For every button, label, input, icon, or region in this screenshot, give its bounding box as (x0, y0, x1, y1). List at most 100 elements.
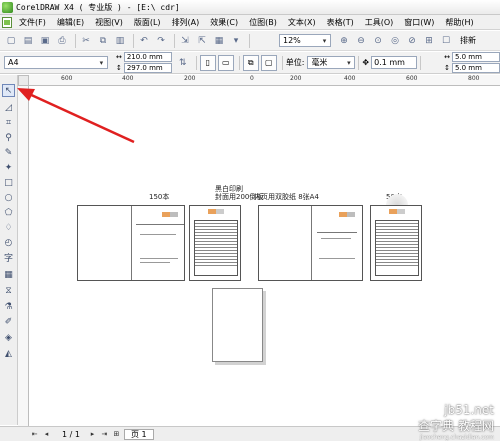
add-page-icon[interactable]: ⊞ (112, 430, 121, 439)
property-bar: A4 ▾ ↔ 210.0 mm ↕ 297.0 mm ⇅ ▯ ▭ ⧉ ▢ 单位:… (0, 52, 500, 74)
shape-tool-icon[interactable]: ◿ (2, 101, 15, 114)
cover-spread-1[interactable] (77, 205, 185, 281)
menu-tools[interactable]: 工具(O) (362, 17, 397, 28)
menu-edit[interactable]: 编辑(E) (54, 17, 87, 28)
text-tool-icon[interactable]: 字 (2, 251, 15, 264)
toolbar-separator (133, 33, 134, 48)
eyedropper-tool-icon[interactable]: ⚗ (2, 300, 15, 313)
ellipse-tool-icon[interactable]: ○ (2, 191, 15, 204)
toolbar-separator (174, 33, 175, 48)
next-page-icon[interactable]: ▸ (88, 430, 97, 439)
menu-file[interactable]: 文件(F) (16, 17, 49, 28)
print-icon[interactable]: ⎙ (55, 34, 69, 48)
application-launcher-icon[interactable]: ▾ (229, 34, 243, 48)
lock-ratio-icon[interactable]: ⇅ (176, 56, 190, 70)
paste-new-label[interactable]: 排新 (460, 35, 476, 46)
toolbar-separator (358, 55, 360, 70)
last-page-icon[interactable]: ⇥ (100, 430, 109, 439)
form-page-1[interactable] (189, 205, 241, 281)
form-table (194, 220, 238, 276)
page-tab-1[interactable]: 页 1 (123, 428, 154, 440)
menu-help[interactable]: 帮助(H) (442, 17, 476, 28)
cover-spread-2[interactable] (258, 205, 363, 281)
fill-tool-icon[interactable]: ◈ (2, 331, 15, 344)
basic-shapes-tool-icon[interactable]: ♢ (2, 221, 15, 234)
page-height-field[interactable]: 297.0 mm (123, 63, 172, 73)
zoom-selected-icon[interactable]: ⊙ (371, 34, 385, 48)
crop-tool-icon[interactable]: ⌗ (2, 116, 15, 129)
pick-tool-icon[interactable]: ↖ (2, 84, 15, 97)
options-icon[interactable]: ☐ (439, 34, 453, 48)
all-pages-button[interactable]: ⧉ (242, 54, 259, 71)
zoom-all-icon[interactable]: ◎ (388, 34, 402, 48)
zoom-in-icon[interactable]: ⊕ (337, 34, 351, 48)
page-dimensions: ↔ 210.0 mm ↕ 297.0 mm (116, 52, 172, 73)
interactive-blend-tool-icon[interactable]: ⧖ (2, 284, 15, 297)
zoom-tool-icon[interactable]: ⚲ (2, 131, 15, 144)
page-width-field[interactable]: 210.0 mm (123, 52, 172, 62)
toolbox: ↖ ◿ ⌗ ⚲ ✎ ✦ □ ○ ⬠ ♢ ◴ 字 ▦ ⧖ ⚗ ✐ ◈ ◭ (0, 75, 18, 425)
zoom-out-icon[interactable]: ⊖ (354, 34, 368, 48)
units-select[interactable]: 毫米 ▾ (307, 56, 356, 69)
ruler-tick-label: 400 (122, 75, 134, 82)
landscape-button[interactable]: ▭ (217, 54, 234, 71)
blank-a4-page[interactable] (212, 288, 263, 362)
menu-text[interactable]: 文本(X) (285, 17, 319, 28)
export-icon[interactable]: ⇱ (195, 34, 209, 48)
spine-line (311, 206, 312, 280)
undo-icon[interactable]: ↶ (137, 34, 151, 48)
spiral-tool-icon[interactable]: ◴ (2, 236, 15, 249)
interactive-fill-tool-icon[interactable]: ◭ (2, 347, 15, 360)
menu-layout[interactable]: 版面(L) (131, 17, 164, 28)
current-page-button[interactable]: ▢ (260, 54, 277, 71)
publish-pdf-icon[interactable]: ▦ (212, 34, 226, 48)
table-tool-icon[interactable]: ▦ (2, 268, 15, 281)
freehand-tool-icon[interactable]: ✎ (2, 146, 15, 159)
paper-size-select[interactable]: A4 ▾ (4, 56, 108, 69)
menu-bar: 文件(F) 编辑(E) 视图(V) 版面(L) 排列(A) 效果(C) 位图(B… (0, 15, 500, 30)
polygon-tool-icon[interactable]: ⬠ (2, 206, 15, 219)
ruler-tick-label: 600 (61, 75, 73, 82)
redo-icon[interactable]: ↷ (154, 34, 168, 48)
snap-icon[interactable]: ⊞ (422, 34, 436, 48)
menu-arrange[interactable]: 排列(A) (169, 17, 203, 28)
units-label: 单位: (285, 58, 305, 67)
paste-icon[interactable]: ▥ (113, 34, 127, 48)
drawing-canvas[interactable]: 150本 黑白印刷 封面用200倒板 内页用双胶纸 8张A4 50本 (29, 86, 500, 426)
menu-table[interactable]: 表格(T) (324, 17, 357, 28)
new-document-icon[interactable]: ▢ (4, 34, 18, 48)
horizontal-ruler[interactable]: 600 400 200 0 200 400 600 800 (18, 75, 500, 86)
vertical-ruler[interactable] (18, 86, 29, 426)
toolbar-separator (238, 55, 240, 70)
smart-fill-tool-icon[interactable]: ✦ (2, 161, 15, 174)
rectangle-tool-icon[interactable]: □ (2, 176, 15, 189)
menu-bitmaps[interactable]: 位图(B) (246, 17, 280, 28)
zoom-page-icon[interactable]: ⊘ (405, 34, 419, 48)
text-line (140, 262, 170, 263)
color-swatch (162, 212, 178, 217)
portrait-button[interactable]: ▯ (199, 54, 216, 71)
menu-window[interactable]: 窗口(W) (401, 17, 437, 28)
color-swatch (208, 209, 224, 214)
coreldraw-logo-icon (2, 1, 13, 13)
zoom-level-select[interactable]: 12% ▾ (279, 34, 331, 47)
outline-tool-icon[interactable]: ✐ (2, 315, 15, 328)
document-icon[interactable] (2, 16, 12, 28)
nudge-distance-field[interactable]: 0.1 mm (371, 56, 418, 69)
save-icon[interactable]: ▣ (38, 34, 52, 48)
form-page-2[interactable] (370, 205, 422, 281)
ruler-origin[interactable] (18, 75, 29, 86)
toolbar-separator (249, 33, 250, 48)
standard-toolbar: ▢ ▤ ▣ ⎙ ✂ ⧉ ▥ ↶ ↷ ⇲ ⇱ ▦ ▾ 12% ▾ ⊕ ⊖ ⊙ ◎ … (0, 31, 500, 51)
menu-effects[interactable]: 效果(C) (207, 17, 241, 28)
import-icon[interactable]: ⇲ (178, 34, 192, 48)
duplicate-y-field[interactable]: 5.0 mm (451, 63, 500, 73)
open-icon[interactable]: ▤ (21, 34, 35, 48)
page-count: 1 / 1 (62, 429, 80, 439)
copy-icon[interactable]: ⧉ (96, 34, 110, 48)
prev-page-icon[interactable]: ◂ (42, 430, 51, 439)
first-page-icon[interactable]: ⇤ (30, 430, 39, 439)
cut-icon[interactable]: ✂ (79, 34, 93, 48)
menu-view[interactable]: 视图(V) (92, 17, 126, 28)
duplicate-x-field[interactable]: 5.0 mm (451, 52, 500, 62)
